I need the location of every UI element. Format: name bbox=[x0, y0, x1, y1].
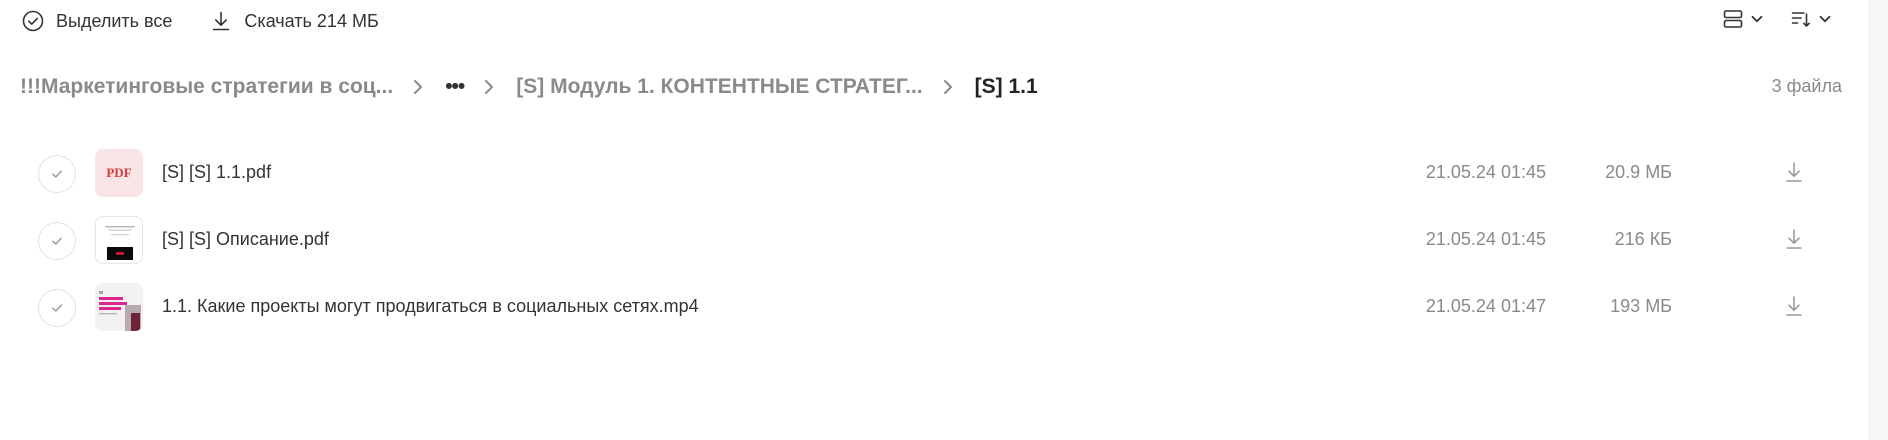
video-preview-icon bbox=[95, 283, 143, 331]
download-all-button[interactable]: Скачать 214 МБ bbox=[210, 10, 379, 32]
file-name[interactable]: [S] [S] Описание.pdf bbox=[162, 229, 329, 250]
select-all-label: Выделить все bbox=[56, 10, 173, 31]
file-size: 20.9 МБ bbox=[1605, 162, 1672, 182]
sort-icon bbox=[1791, 12, 1810, 27]
view-controls bbox=[1696, 8, 1832, 30]
download-icon bbox=[1786, 296, 1802, 316]
check-icon bbox=[52, 304, 62, 312]
sort-button[interactable] bbox=[1790, 8, 1832, 30]
check-icon bbox=[52, 170, 62, 178]
breadcrumb-current: [S] 1.1 bbox=[974, 75, 1038, 98]
breadcrumb-module[interactable]: [S] Модуль 1. КОНТЕНТНЫЕ СТРАТЕГ... bbox=[516, 75, 922, 99]
list-item[interactable]: 1.1. Какие проекты могут продвигаться в … bbox=[0, 274, 1868, 341]
file-count: 3 файла bbox=[1771, 76, 1842, 96]
file-date: 21.05.24 01:47 bbox=[1425, 296, 1546, 316]
download-all-label: Скачать 214 МБ bbox=[244, 10, 379, 31]
file-name[interactable]: 1.1. Какие проекты могут продвигаться в … bbox=[162, 296, 699, 317]
list-item[interactable]: [S] [S] Описание.pdf 21.05.24 01:45 216 … bbox=[0, 207, 1868, 274]
view-mode-button[interactable] bbox=[1722, 8, 1764, 30]
select-all-button[interactable]: Выделить все bbox=[22, 10, 172, 32]
list-item[interactable]: PDF [S] [S] 1.1.pdf 21.05.24 01:45 20.9 … bbox=[0, 140, 1868, 207]
row-select-checkbox[interactable] bbox=[38, 289, 76, 327]
breadcrumb: !!!Маркетинговые стратегии в соц... ••• … bbox=[20, 72, 1038, 102]
chevron-right-icon bbox=[941, 78, 955, 96]
file-date: 21.05.24 01:45 bbox=[1425, 162, 1546, 182]
breadcrumb-root[interactable]: !!!Маркетинговые стратегии в соц... bbox=[20, 75, 393, 99]
file-list: PDF [S] [S] 1.1.pdf 21.05.24 01:45 20.9 … bbox=[0, 140, 1868, 341]
file-size: 193 МБ bbox=[1610, 296, 1672, 316]
chevron-right-icon bbox=[411, 78, 425, 96]
check-circle-icon bbox=[22, 10, 44, 32]
file-date: 21.05.24 01:45 bbox=[1425, 229, 1546, 249]
chevron-down-icon bbox=[1819, 15, 1831, 23]
view-layout-icon bbox=[1723, 10, 1743, 28]
download-icon bbox=[1786, 162, 1802, 182]
breadcrumb-more-button[interactable]: ••• bbox=[445, 75, 465, 99]
row-select-checkbox[interactable] bbox=[38, 155, 76, 193]
pdf-thumbnail-label: PDF bbox=[106, 165, 132, 180]
file-download-button[interactable] bbox=[1784, 227, 1804, 256]
download-icon bbox=[1786, 229, 1802, 249]
file-download-button[interactable] bbox=[1784, 160, 1804, 189]
file-size: 216 КБ bbox=[1614, 229, 1672, 249]
check-icon bbox=[52, 237, 62, 245]
row-select-checkbox[interactable] bbox=[38, 222, 76, 260]
document-preview-icon bbox=[95, 216, 143, 264]
chevron-down-icon bbox=[1751, 15, 1763, 23]
file-download-button[interactable] bbox=[1784, 294, 1804, 323]
scrollbar-track[interactable] bbox=[1868, 0, 1888, 440]
chevron-right-icon bbox=[482, 78, 496, 96]
download-icon bbox=[213, 11, 230, 31]
pdf-thumbnail-icon: PDF bbox=[95, 149, 143, 197]
file-name[interactable]: [S] [S] 1.1.pdf bbox=[162, 162, 271, 183]
toolbar: Выделить все Скачать 214 МБ bbox=[22, 8, 417, 34]
